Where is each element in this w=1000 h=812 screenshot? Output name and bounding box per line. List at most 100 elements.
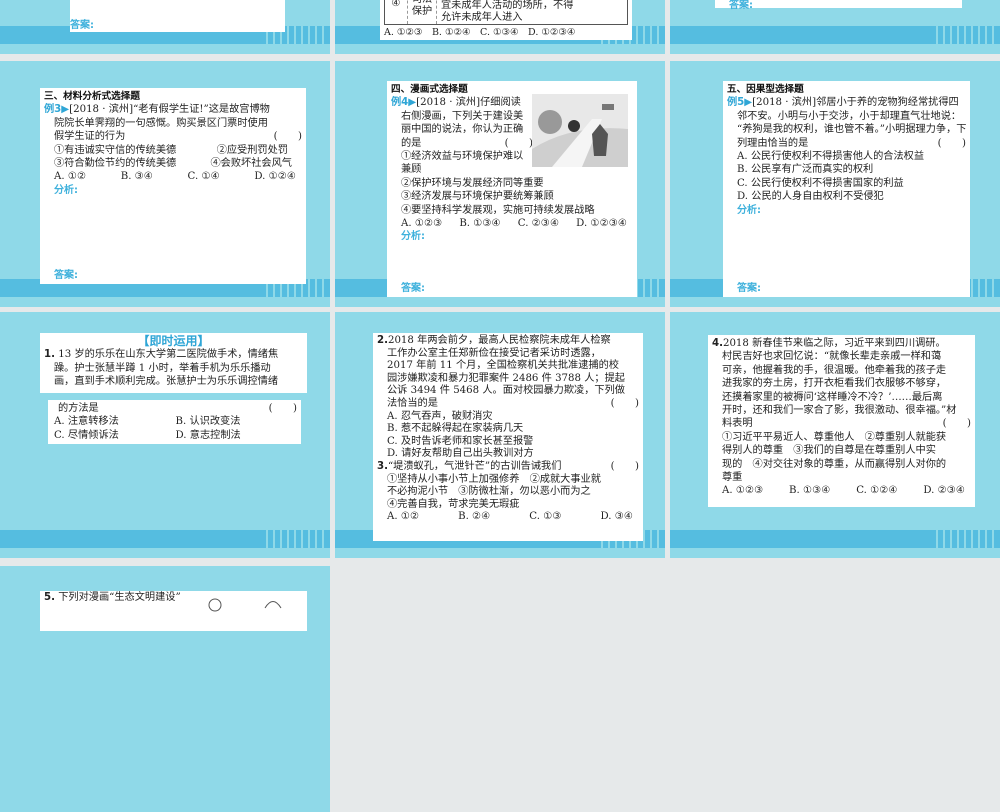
slide-thumbnail-2[interactable]: ④ 司法保护 宜未成年人活动的场所，不得允许未成年人进入 A. ①②③ B. ①…	[335, 0, 665, 54]
slide-thumbnail-10[interactable]: 5. 下列对漫画“生态文明建设”	[0, 566, 330, 812]
slide-content: 四、漫画式选择题 例4▶[2018 · 滨州]仔细阅读 右侧漫画，下列关于建设美…	[387, 81, 637, 297]
table-cell-text: 允许未成年人进入	[441, 12, 523, 23]
option: A. ①②	[387, 511, 420, 523]
option: D. 公民的人身自由权利不受侵犯	[737, 191, 884, 203]
table-cell-label: 司法保护	[408, 0, 437, 24]
question-text: 法恰当的是	[387, 397, 438, 409]
slide-content: 2.2018 年两会前夕，最高人民检察院未成年人检察 工作办公室主任郑新俭在接受…	[373, 333, 643, 541]
option: C. ①④	[187, 171, 220, 183]
answer-bracket: ( )	[504, 137, 533, 149]
question-text: 列理由恰当的是	[737, 137, 809, 149]
question-text: [2018 · 滨州]邻居小于养的宠物狗经常扰得四	[752, 97, 959, 109]
cartoon-illustration	[208, 598, 282, 612]
question-text: 邻不安。小明与小于交涉，小于却理直气壮地说：	[737, 110, 962, 122]
answer-bracket: ( )	[273, 131, 302, 143]
question-text: 2017 年前 11 个月，全国检察机关共批准逮捕的校	[387, 360, 619, 372]
option: A. ①②	[54, 171, 87, 183]
question-text: 的方法是	[58, 403, 99, 414]
question-text: 开时，还和我们一家合了影，我很激动、很幸福。”材	[722, 405, 957, 417]
question-text: 进我家的夯土房，打开衣柜看我们衣服够不够穿，	[722, 378, 947, 390]
decor-stripes	[936, 26, 996, 44]
option: B. 惹不起躲得起在家装病几天	[387, 423, 524, 435]
slide-content: 5. 下列对漫画“生态文明建设”	[40, 591, 307, 631]
statement-item: 得别人的尊重 ③我们的自尊是在尊重别人中实	[722, 445, 936, 457]
section-heading: 五、因果型选择题	[727, 84, 804, 95]
question-text: 躁。护士张慧半蹲 1 小时，举着手机为乐乐播动	[54, 362, 271, 374]
option: A. 注意转移法	[54, 416, 119, 428]
answer-label: 答案:	[729, 0, 753, 11]
question-text: 右侧漫画，下列关于建设美	[401, 110, 524, 122]
question-number: 1.	[44, 349, 55, 361]
statement-item: ①坚持从小事小节上加强修养 ②成就大事业就	[387, 473, 601, 485]
question-text: 下列对漫画“生态文明建设”	[58, 592, 181, 603]
statement-item: 兼顾	[401, 164, 422, 176]
law-table-row: ④ 司法保护 宜未成年人活动的场所，不得允许未成年人进入	[384, 0, 628, 25]
slide-content: 答案:	[715, 0, 962, 11]
analysis-label: 分析:	[401, 231, 425, 243]
question-text: 工作办公室主任郑新俭在接受记者采访时透露，	[387, 347, 601, 359]
slide-thumbnail-1[interactable]: 答案:	[0, 0, 330, 54]
slide-content: 五、因果型选择题 例5▶[2018 · 滨州]邻居小于养的宠物狗经常扰得四 邻不…	[723, 81, 970, 297]
option: D. 意志控制法	[175, 429, 241, 441]
option: D. 请好友帮助自己出头教训对方	[387, 448, 534, 460]
option: D. ①②③④	[576, 218, 627, 230]
question-text: 院院长单霁翔的一句感慨。购买景区门票时使用	[54, 117, 268, 129]
statement-item: ②保护环境与发展经济同等重要	[401, 177, 544, 189]
question-text: 2018 年两会前夕，最高人民检察院未成年人检察	[387, 335, 611, 346]
question-text: 丽中国的说法，你认为正确	[401, 124, 524, 136]
question-text: 园涉嫌欺凌和暴力犯罪案件 2486 件 3788 人；提起	[387, 372, 625, 384]
analysis-label: 分析:	[737, 204, 761, 216]
example-label: 例5▶	[727, 97, 753, 109]
example-label: 例4▶	[391, 97, 417, 109]
option: C. ②③④	[517, 218, 560, 230]
slide-thumbnail-5[interactable]: 四、漫画式选择题 例4▶[2018 · 滨州]仔细阅读 右侧漫画，下列关于建设美…	[335, 61, 665, 307]
slide-thumbnail-6[interactable]: 五、因果型选择题 例5▶[2018 · 滨州]邻居小于养的宠物狗经常扰得四 邻不…	[670, 61, 1000, 307]
option: D. ①②④	[254, 171, 296, 183]
slide-thumbnail-9[interactable]: 4.2018 新春佳节来临之际，习近平来到四川调研。 村民吉好也求回忆说：“就像…	[670, 312, 1000, 558]
statement-item: ①习近平平易近人、尊重他人 ②尊重别人就能获	[722, 431, 947, 443]
options: A. ①②③ B. ①②④ C. ①③④ D. ①②③④	[384, 27, 576, 38]
slide-content: 答案:	[70, 0, 285, 32]
option: C. 尽情倾诉法	[54, 429, 119, 441]
question-text: 村民吉好也求回忆说：“就像长辈走亲戚一样和蔼	[722, 351, 942, 363]
statement-item: ①有违诚实守信的传统美德	[54, 144, 177, 156]
option: A. ①②③	[401, 218, 443, 230]
question-text: 料表明	[722, 418, 753, 430]
answer-bracket: ( )	[942, 418, 971, 430]
question-text: 假学生证的行为	[54, 131, 126, 143]
option: B. ②④	[458, 511, 491, 523]
example-label: 例3▶	[44, 104, 70, 116]
slide-content: 4.2018 新春佳节来临之际，习近平来到四川调研。 村民吉好也求回忆说：“就像…	[708, 335, 975, 507]
statement-item: 现的 ④对交往对象的尊重，从而赢得别人对你的	[722, 458, 947, 470]
question-text: [2018 · 滨州]“老有假学生证!”这是故宫博物	[69, 104, 270, 116]
question-text: “养狗是我的权利，谁也管不着。”小明据理力争，下	[737, 124, 967, 136]
option: B. ①③④	[459, 218, 501, 230]
section-title: 【即时运用】	[137, 334, 210, 348]
slide-thumbnail-4[interactable]: 三、材料分析式选择题 例3▶[2018 · 滨州]“老有假学生证!”这是故宫博物…	[0, 61, 330, 307]
option: B. ①③④	[789, 485, 831, 497]
question-text: 公诉 3494 件 5468 人。面对校园暴力欺凌，下列做	[387, 385, 625, 397]
slide-thumbnail-7[interactable]: 【即时运用】 1. 13 岁的乐乐在山东大学第二医院做手术，情绪焦 躁。护士张慧…	[0, 312, 330, 558]
option: A. 公民行使权利不得损害他人的合法权益	[737, 151, 925, 163]
table-cell-num: ④	[385, 0, 408, 24]
statement-item: ④会败坏社会风气	[210, 158, 293, 170]
slide-content: ④ 司法保护 宜未成年人活动的场所，不得允许未成年人进入 A. ①②③ B. ①…	[380, 0, 632, 40]
statement-item: 不必拘泥小节 ③防微杜渐，勿以恶小而为之	[387, 486, 591, 498]
option: D. ②③④	[923, 485, 965, 497]
option: B. ③④	[120, 171, 153, 183]
statement-item: ③经济发展与环境保护要统筹兼顾	[401, 191, 554, 203]
option: A. 忍气吞声，破财消灾	[387, 410, 493, 422]
question-text: 2018 新春佳节来临之际，习近平来到四川调研。	[722, 338, 946, 349]
section-heading: 三、材料分析式选择题	[44, 91, 140, 102]
slide-content: 三、材料分析式选择题 例3▶[2018 · 滨州]“老有假学生证!”这是故宫博物…	[40, 88, 306, 284]
slide-content: 的方法是 ( ) A. 注意转移法 B. 认识改变法 C. 尽情倾诉法 D. 意志控制法	[48, 400, 301, 444]
answer-label: 答案:	[737, 282, 761, 294]
option: C. ①③	[529, 511, 562, 523]
slide-thumbnail-3[interactable]: 答案:	[670, 0, 1000, 54]
question-number: 2.	[377, 335, 388, 346]
question-text: 还摸着家里的被褥问‘这样睡冷不冷？’……最后离	[722, 391, 943, 403]
statement-item: ④要坚持科学发展观，实施可持续发展战略	[401, 204, 595, 216]
statement-item: ③符合勤俭节约的传统美德	[54, 158, 177, 170]
question-text: 13 岁的乐乐在山东大学第二医院做手术，情绪焦	[58, 349, 279, 361]
slide-thumbnail-8[interactable]: 2.2018 年两会前夕，最高人民检察院未成年人检察 工作办公室主任郑新俭在接受…	[335, 312, 665, 558]
